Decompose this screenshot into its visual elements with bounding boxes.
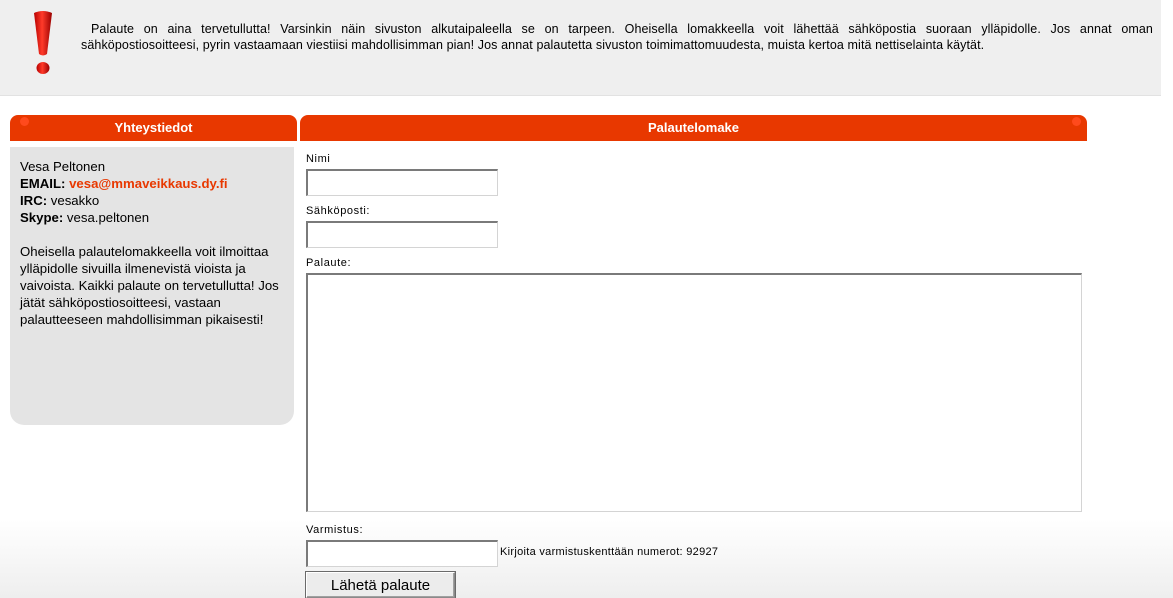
- verify-label: Varmistus:: [306, 524, 364, 536]
- notice-text: Palaute on aina tervetullutta! Varsinkin…: [81, 22, 1153, 52]
- contact-email-row: EMAIL: vesa@mmaveikkaus.dy.fi: [20, 175, 290, 192]
- feedback-form-header: Palautelomake: [300, 115, 1087, 141]
- contact-description: Oheisella palautelomakkeella voit ilmoit…: [20, 244, 279, 327]
- email-field[interactable]: [306, 221, 498, 248]
- feedback-label: Palaute:: [306, 257, 352, 269]
- contact-skype-row: Skype: vesa.peltonen: [20, 209, 290, 226]
- skype-value: vesa.peltonen: [66, 210, 150, 225]
- email-link[interactable]: vesa@mmaveikkaus.dy.fi: [69, 176, 228, 191]
- irc-label: IRC:: [20, 193, 48, 208]
- email-label: EMAIL:: [20, 176, 66, 191]
- email-field-label: Sähköposti:: [306, 205, 371, 217]
- irc-value: vesakko: [50, 193, 100, 208]
- notice-box: Palaute on aina tervetullutta! Varsinkin…: [0, 0, 1161, 96]
- name-label: Nimi: [306, 153, 331, 165]
- verify-hint: Kirjoita varmistuskenttään numerot: 9292…: [500, 546, 719, 558]
- contact-panel: Vesa Peltonen EMAIL: vesa@mmaveikkaus.dy…: [10, 147, 294, 425]
- exclamation-icon: [32, 10, 54, 76]
- skype-label: Skype:: [20, 210, 64, 225]
- feedback-textarea[interactable]: [306, 273, 1082, 512]
- contact-name: Vesa Peltonen: [20, 159, 106, 174]
- name-input[interactable]: [306, 169, 498, 196]
- verify-input[interactable]: [306, 540, 498, 567]
- contact-irc-row: IRC: vesakko: [20, 192, 290, 209]
- contact-header: Yhteystiedot: [10, 115, 297, 141]
- submit-feedback-button[interactable]: Lähetä palaute: [306, 572, 455, 598]
